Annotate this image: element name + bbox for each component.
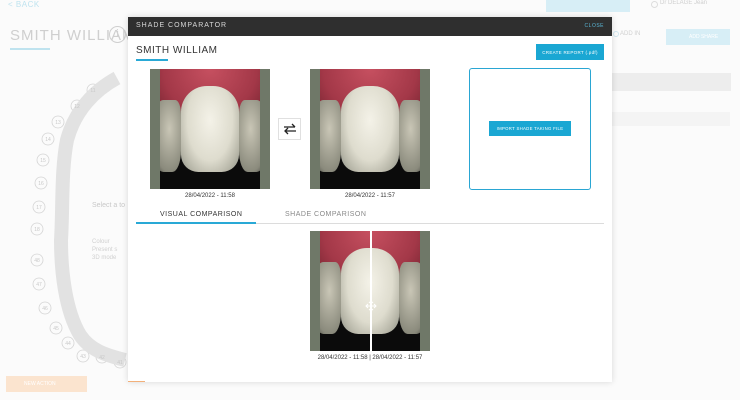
swap-photos-button[interactable] <box>278 118 301 140</box>
bottom-left-button-label: NEW ACTION <box>24 381 56 387</box>
legend-item: 3D mode <box>92 255 117 261</box>
tooth-number: 15 <box>40 158 46 164</box>
photo-edge <box>260 69 270 189</box>
side-panel-row <box>612 112 730 126</box>
legend-title: Colour <box>92 239 110 245</box>
photo-edge <box>420 231 430 351</box>
modal-footer-accent <box>128 381 145 382</box>
tooth-number: 42 <box>99 355 105 361</box>
tooth-number: 11 <box>90 88 95 94</box>
import-shade-file-button[interactable]: IMPORT SHADE TAKING FILE <box>489 121 571 136</box>
tooth-number: 44 <box>65 341 71 347</box>
patient-name: SMITH WILLIAM <box>136 45 218 56</box>
tooth-number: 43 <box>80 354 86 360</box>
shade-photo-1[interactable] <box>150 69 270 189</box>
tab-shade-comparison[interactable]: SHADE COMPARISON <box>285 211 366 218</box>
comparison-split-line[interactable] <box>370 231 372 351</box>
tooth-number: 12 <box>74 104 80 110</box>
photo-edge <box>310 231 320 351</box>
comparison-tabs: VISUAL COMPARISON SHADE COMPARISON <box>136 210 604 224</box>
visual-comparison-view[interactable] <box>310 231 430 351</box>
tooth-number: 14 <box>45 137 51 143</box>
dental-arch-chart: 11 12 13 14 15 16 17 18 48 47 46 45 44 4… <box>30 71 127 369</box>
photo-2-date: 28/04/2022 - 11:57 <box>345 193 395 199</box>
import-dropzone[interactable]: IMPORT SHADE TAKING FILE <box>469 68 591 190</box>
shade-photo-2[interactable] <box>310 69 430 189</box>
add-in-radio[interactable] <box>613 31 619 37</box>
tooth-number: 45 <box>53 326 59 332</box>
photo-edge <box>310 69 320 189</box>
patient-name-underline <box>136 59 168 61</box>
legend-item: Present s <box>92 247 118 253</box>
tooth-number: 17 <box>36 205 42 211</box>
swap-arrows-icon <box>283 123 296 135</box>
user-avatar <box>651 1 658 8</box>
add-in-label: ADD IN <box>620 31 641 37</box>
shade-comparator-modal: SHADE COMPARATOR CLOSE SMITH WILLIAM CRE… <box>128 17 612 382</box>
tooth-number: 48 <box>34 258 40 264</box>
modal-title: SHADE COMPARATOR <box>136 22 228 29</box>
tooth-number: 46 <box>42 306 48 312</box>
tab-visual-comparison[interactable]: VISUAL COMPARISON <box>160 211 242 218</box>
legend: Colour Present s 3D mode <box>92 238 117 262</box>
info-icon[interactable]: i <box>109 26 126 43</box>
comparison-dates: 28/04/2022 - 11:58 | 28/04/2022 - 11:57 <box>317 355 423 361</box>
share-button-label: ADD SHARE <box>689 34 719 40</box>
drag-handle-icon[interactable] <box>365 300 377 312</box>
active-tab-indicator <box>136 222 256 224</box>
top-action-button[interactable] <box>546 0 630 12</box>
photo-1-date: 28/04/2022 - 11:58 <box>185 193 235 199</box>
user-name[interactable]: Dr DELAGE Jean <box>660 0 707 6</box>
close-button[interactable]: CLOSE <box>585 23 604 29</box>
back-link[interactable]: < BACK <box>8 0 40 9</box>
create-report-button[interactable]: CREATE REPORT (.pdf) <box>536 44 604 60</box>
title-underline <box>10 48 50 50</box>
tooth-number: 41 <box>117 360 123 366</box>
modal-header: SHADE COMPARATOR CLOSE <box>128 17 612 36</box>
photo-edge <box>150 69 160 189</box>
tooth-number: 18 <box>34 227 40 233</box>
side-panel-header <box>612 73 731 91</box>
photo-central-tooth <box>181 85 239 173</box>
tooth-number: 16 <box>38 181 44 187</box>
tooth-number: 47 <box>36 282 42 288</box>
photo-edge <box>420 69 430 189</box>
photo-central-tooth <box>341 85 399 173</box>
select-tooth-hint: Select a to <box>92 202 126 209</box>
tooth-number: 13 <box>55 120 61 126</box>
